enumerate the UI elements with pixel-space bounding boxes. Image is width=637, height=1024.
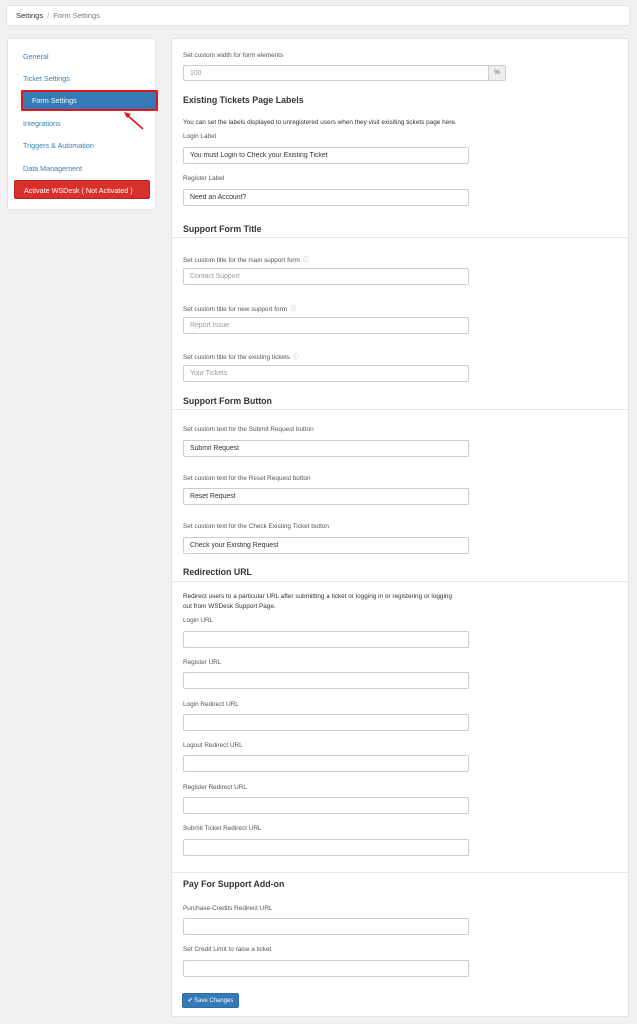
submit-text-input[interactable] — [183, 440, 469, 457]
info-icon: ⓘ — [290, 307, 297, 313]
check-text-label: Set custom text for the Check Existing T… — [183, 523, 329, 530]
register-url-input[interactable] — [183, 672, 469, 689]
form-width-label: Set custom width for form elements — [183, 52, 284, 59]
existing-title-input[interactable] — [183, 365, 469, 382]
sidebar-item-integrations[interactable]: Integrations — [23, 119, 61, 128]
new-title-input[interactable] — [183, 317, 469, 334]
login-url-input[interactable] — [183, 631, 469, 648]
credit-limit-input[interactable] — [183, 960, 469, 977]
register-label-label: Register Label — [183, 175, 225, 182]
submit-redirect-label: Submit Ticket Redirect URL — [183, 825, 262, 832]
percent-addon: % — [488, 65, 506, 81]
sidebar-item-triggers-automation[interactable]: Triggers & Automation — [23, 141, 94, 150]
login-redirect-input[interactable] — [183, 714, 469, 731]
submit-redirect-input[interactable] — [183, 839, 469, 856]
breadcrumb-current: Form Settings — [53, 11, 100, 20]
redirection-description: Redirect users to a particular URL after… — [183, 593, 453, 610]
reset-text-input[interactable] — [183, 488, 469, 505]
purchase-credits-input[interactable] — [183, 918, 469, 935]
section-divider — [172, 872, 628, 873]
breadcrumb: Settings / Form Settings — [6, 5, 630, 26]
register-url-label: Register URL — [183, 659, 222, 666]
save-changes-button[interactable]: ✔Save Changes — [182, 993, 239, 1008]
form-width-group: % — [183, 65, 506, 81]
submit-text-label: Set custom text for the Submit Request b… — [183, 426, 314, 433]
support-button-heading: Support Form Button — [183, 396, 272, 406]
logout-redirect-input[interactable] — [183, 755, 469, 772]
register-redirect-input[interactable] — [183, 797, 469, 814]
check-text-input[interactable] — [183, 537, 469, 554]
register-label-input[interactable] — [183, 189, 469, 206]
check-icon: ✔ — [187, 997, 194, 1004]
register-redirect-label: Register Redirect URL — [183, 784, 247, 791]
breadcrumb-root[interactable]: Settings — [16, 11, 43, 20]
login-label-label: Login Label — [183, 133, 217, 140]
form-settings-panel: Set custom width for form elements % Exi… — [171, 38, 629, 1017]
pay-support-heading: Pay For Support Add-on — [183, 879, 285, 889]
info-icon: ⓘ — [302, 258, 309, 264]
purchase-credits-label: Purchase-Credits Redirect URL — [183, 905, 273, 912]
new-title-label: Set custom title for new support form ⓘ — [183, 306, 297, 313]
logout-redirect-label: Logout Redirect URL — [183, 742, 243, 749]
info-icon: ⓘ — [292, 355, 299, 361]
annotation-arrow-icon — [124, 112, 144, 130]
form-width-input[interactable] — [183, 65, 489, 81]
login-redirect-label: Login Redirect URL — [183, 701, 239, 708]
sidebar-item-general[interactable]: General — [23, 52, 49, 61]
existing-title-label: Set custom title for the existing ticket… — [183, 354, 299, 361]
existing-labels-description: You can set the labels displayed to unre… — [183, 119, 457, 126]
section-divider — [172, 237, 628, 238]
reset-text-label: Set custom text for the Reset Request bu… — [183, 475, 311, 482]
main-title-input[interactable] — [183, 268, 469, 285]
redirection-heading: Redirection URL — [183, 567, 252, 577]
section-divider — [172, 581, 628, 582]
support-title-heading: Support Form Title — [183, 224, 262, 234]
login-url-label: Login URL — [183, 617, 214, 624]
section-divider — [172, 409, 628, 410]
breadcrumb-separator: / — [47, 11, 50, 20]
activate-wsdesk-button[interactable]: Activate WSDesk ( Not Activated ) — [14, 180, 150, 199]
existing-labels-heading: Existing Tickets Page Labels — [183, 95, 304, 105]
sidebar-item-ticket-settings[interactable]: Ticket Settings — [23, 74, 70, 83]
main-title-label: Set custom title for the main support fo… — [183, 257, 309, 264]
login-label-input[interactable] — [183, 147, 469, 164]
credit-limit-label: Set Credit Limit to raise a ticket — [183, 946, 272, 953]
sidebar-item-data-management[interactable]: Data Management — [23, 164, 82, 173]
